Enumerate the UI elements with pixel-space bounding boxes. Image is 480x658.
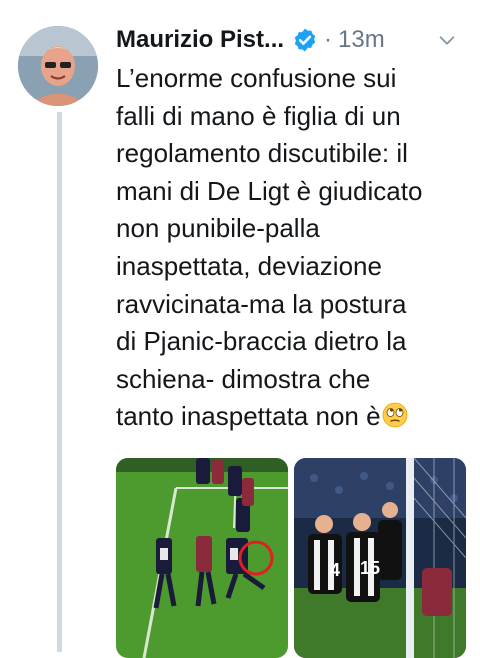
eye-roll-emoji	[382, 402, 407, 428]
svg-text:15: 15	[360, 558, 380, 578]
tweet-text-line: schiena- dimostra che	[116, 363, 371, 394]
tweet-text-line: falli di mano è figlia di un	[116, 100, 401, 131]
header-separator: ·	[324, 26, 333, 53]
tweet-text-line: ravvicinata-ma la postura	[116, 288, 407, 319]
timestamp[interactable]: 13m	[338, 26, 385, 54]
tweet-text-line-last: tanto inaspettata non è	[116, 398, 466, 436]
tweet-text-line: inaspettata, deviazione	[116, 250, 382, 281]
tweet-text-line: regolamento discutibile: il	[116, 138, 408, 169]
thread-line	[57, 112, 62, 652]
tweet-text-line: mani di De Ligt è giudicato	[116, 175, 423, 206]
tweet-text-line: tanto inaspettata non è	[116, 401, 381, 432]
svg-text:4: 4	[330, 560, 340, 580]
tweet-text-line: di Pjanic-braccia dietro la	[116, 326, 407, 357]
tweet-header: Maurizio Pist... · 13m	[116, 22, 464, 58]
verified-badge-icon	[294, 28, 316, 52]
tweet-media: 4 15	[116, 458, 466, 658]
avatar[interactable]	[18, 26, 98, 106]
tweet-text-line: L’enorme confusione sui	[116, 63, 397, 93]
tweet-text-line: non punibile-palla	[116, 213, 320, 244]
author-name[interactable]: Maurizio Pist...	[116, 26, 284, 54]
chevron-down-icon[interactable]	[436, 29, 458, 51]
tweet-text: L’enorme confusione sui falli di mano è …	[116, 60, 466, 436]
media-image-right[interactable]: 4 15	[294, 458, 466, 658]
media-image-left[interactable]	[116, 458, 288, 658]
